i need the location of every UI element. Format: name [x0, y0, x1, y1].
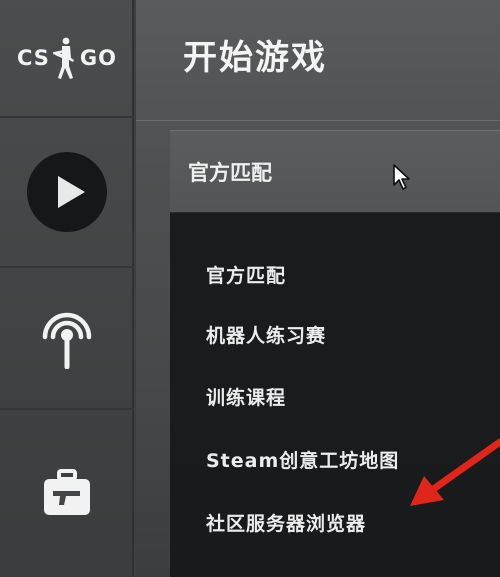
logo-text-right: GO [79, 46, 118, 70]
game-mode-dropdown: 官方匹配 机器人练习赛 训练课程 Steam创意工坊地图 社区服务器浏览器 [170, 212, 500, 577]
csgo-logo: CS GO [0, 0, 134, 118]
header-divider [136, 120, 500, 121]
sidebar-item-watch[interactable] [0, 268, 134, 410]
sidebar-item-inventory[interactable] [0, 410, 134, 577]
game-mode-select[interactable]: 官方匹配 [170, 130, 500, 212]
option-workshop-maps[interactable]: Steam创意工坊地图 [206, 446, 399, 473]
logo-text-left: CS [16, 46, 50, 70]
broadcast-antenna-icon [42, 312, 92, 369]
option-official-matchmaking[interactable]: 官方匹配 [206, 261, 286, 288]
sidebar-item-play[interactable] [0, 118, 134, 268]
option-practice-with-bots[interactable]: 机器人练习赛 [206, 321, 326, 348]
csgo-play-screen: CS GO 开始游戏 官方匹配 官方匹配 机器人练习赛 训练课程 Steam创意… [0, 0, 500, 577]
soldier-icon [52, 37, 74, 79]
sidebar: CS GO [0, 0, 134, 577]
option-community-server-browser[interactable]: 社区服务器浏览器 [206, 509, 366, 536]
briefcase-icon [44, 468, 90, 515]
game-mode-selected-value: 官方匹配 [188, 160, 272, 185]
option-training-course[interactable]: 训练课程 [206, 383, 286, 410]
play-icon [27, 152, 107, 232]
mouse-cursor-icon [393, 164, 410, 190]
page-title: 开始游戏 [183, 38, 327, 78]
